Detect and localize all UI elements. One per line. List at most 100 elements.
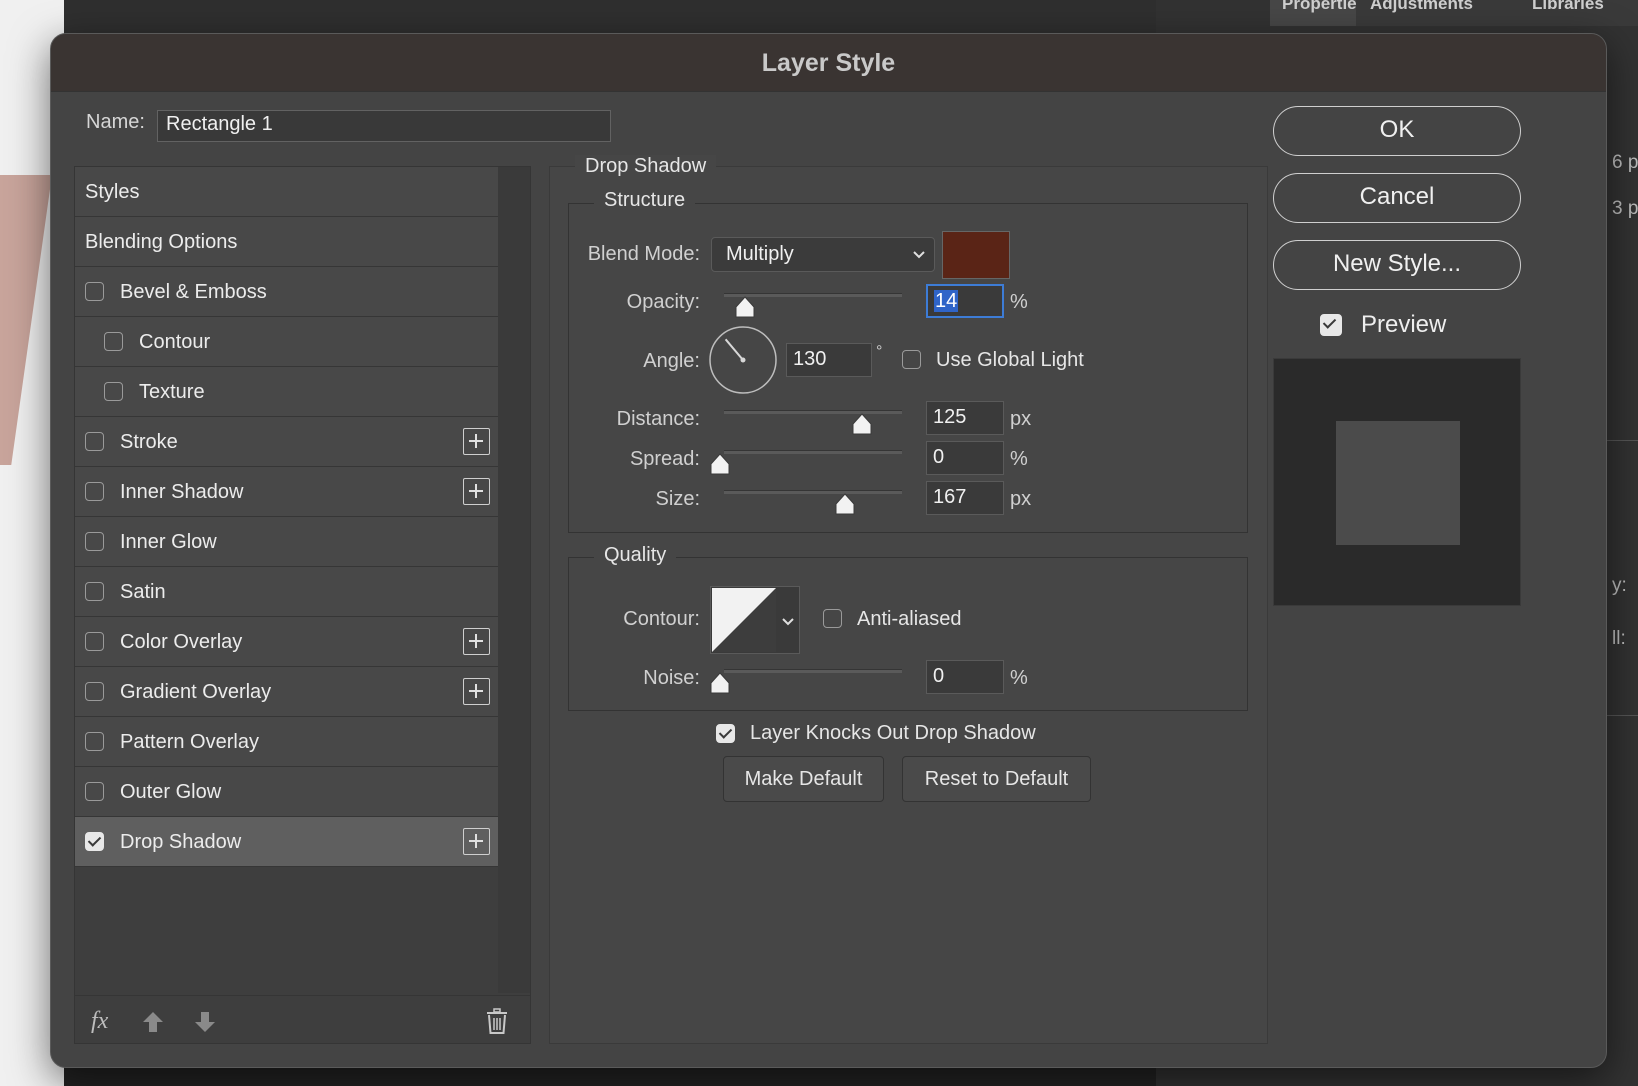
knockout-checkbox[interactable] xyxy=(716,724,735,743)
panel-divider xyxy=(1606,440,1638,441)
style-item-pattern-overlay[interactable]: Pattern Overlay xyxy=(75,717,498,767)
style-item-checkbox[interactable] xyxy=(85,632,104,651)
style-item-label: Styles xyxy=(85,181,140,203)
contour-label: Contour: xyxy=(623,608,700,630)
style-item-blending-options[interactable]: Blending Options xyxy=(75,217,498,267)
panel-fragment-text: 6 p xyxy=(1612,152,1638,173)
style-item-bevel-emboss[interactable]: Bevel & Emboss xyxy=(75,267,498,317)
style-item-gradient-overlay[interactable]: Gradient Overlay xyxy=(75,667,498,717)
use-global-light-label: Use Global Light xyxy=(936,349,1084,371)
style-item-checkbox[interactable] xyxy=(104,382,123,401)
style-preview xyxy=(1273,358,1521,606)
noise-unit: % xyxy=(1010,667,1028,689)
preview-checkbox[interactable] xyxy=(1320,314,1342,336)
style-item-texture[interactable]: Texture xyxy=(75,367,498,417)
anti-aliased-label: Anti-aliased xyxy=(857,608,962,630)
add-effect-icon[interactable] xyxy=(463,678,490,705)
name-input[interactable]: Rectangle 1 xyxy=(157,110,611,142)
add-effect-icon[interactable] xyxy=(463,828,490,855)
app-bottom-bar xyxy=(64,1068,1156,1086)
blend-mode-value: Multiply xyxy=(726,243,794,265)
panel-fragment-text: y: xyxy=(1612,575,1627,596)
style-item-label: Contour xyxy=(139,331,211,353)
style-item-label: Texture xyxy=(139,381,205,403)
add-effect-icon[interactable] xyxy=(463,478,490,505)
style-item-checkbox[interactable] xyxy=(85,482,104,501)
style-item-drop-shadow[interactable]: Drop Shadow xyxy=(75,817,498,867)
spread-input[interactable]: 0 xyxy=(926,441,1004,475)
style-item-checkbox[interactable] xyxy=(85,682,104,701)
size-unit: px xyxy=(1010,488,1032,510)
trash-icon[interactable] xyxy=(485,1008,509,1034)
cancel-button[interactable]: Cancel xyxy=(1273,173,1521,223)
style-item-inner-shadow[interactable]: Inner Shadow xyxy=(75,467,498,517)
move-up-icon[interactable] xyxy=(141,1010,165,1034)
quality-title: Quality xyxy=(594,544,677,567)
new-style-button[interactable]: New Style... xyxy=(1273,240,1521,290)
style-item-label: Stroke xyxy=(120,431,178,453)
knockout-label: Layer Knocks Out Drop Shadow xyxy=(750,722,1036,744)
style-item-checkbox[interactable] xyxy=(85,282,104,301)
panel-divider xyxy=(1606,715,1638,716)
contour-linear-icon xyxy=(712,588,776,652)
noise-input[interactable]: 0 xyxy=(926,660,1004,694)
style-item-label: Pattern Overlay xyxy=(120,731,259,753)
name-label: Name: xyxy=(86,111,145,133)
style-item-checkbox[interactable] xyxy=(85,782,104,801)
angle-dial[interactable] xyxy=(708,325,778,395)
style-item-satin[interactable]: Satin xyxy=(75,567,498,617)
opacity-input[interactable]: 14 xyxy=(926,284,1004,318)
reset-to-default-button[interactable]: Reset to Default xyxy=(902,756,1091,802)
style-item-label: Inner Shadow xyxy=(120,481,244,503)
section-title: Drop Shadow xyxy=(575,155,717,178)
chevron-down-icon xyxy=(913,251,925,259)
opacity-unit: % xyxy=(1010,291,1028,313)
move-down-icon[interactable] xyxy=(193,1010,217,1034)
style-item-checkbox[interactable] xyxy=(85,732,104,751)
make-default-button[interactable]: Make Default xyxy=(723,756,884,802)
style-item-color-overlay[interactable]: Color Overlay xyxy=(75,617,498,667)
style-list-footer: fx xyxy=(75,995,530,1043)
style-item-checkbox[interactable] xyxy=(85,582,104,601)
use-global-light-checkbox[interactable] xyxy=(902,350,921,369)
distance-input[interactable]: 125 xyxy=(926,401,1004,435)
angle-input[interactable]: 130 xyxy=(786,343,872,377)
style-item-label: Satin xyxy=(120,581,166,603)
contour-picker[interactable] xyxy=(710,586,800,654)
dialog-title: Layer Style xyxy=(51,34,1606,92)
tab-properties[interactable]: Properties xyxy=(1270,0,1356,26)
blend-mode-dropdown[interactable]: Multiply xyxy=(711,237,935,272)
style-item-label: Bevel & Emboss xyxy=(120,281,267,303)
spread-label: Spread: xyxy=(629,448,700,470)
style-item-contour[interactable]: Contour xyxy=(75,317,498,367)
angle-unit: ° xyxy=(876,343,883,360)
style-item-stroke[interactable]: Stroke xyxy=(75,417,498,467)
style-item-checkbox[interactable] xyxy=(104,332,123,351)
style-list-scrollbar[interactable] xyxy=(498,167,530,993)
style-item-checkbox[interactable] xyxy=(85,532,104,551)
style-item-checkbox[interactable] xyxy=(85,432,104,451)
add-effect-icon[interactable] xyxy=(463,428,490,455)
fx-icon[interactable]: fx xyxy=(91,1008,108,1035)
ok-button[interactable]: OK xyxy=(1273,106,1521,156)
anti-aliased-checkbox[interactable] xyxy=(823,609,842,628)
chevron-down-icon xyxy=(782,618,794,626)
shadow-color-swatch[interactable] xyxy=(942,231,1010,279)
panel-fragment-text: 3 p xyxy=(1612,198,1638,219)
style-item-checkbox[interactable] xyxy=(85,832,104,851)
style-item-styles[interactable]: Styles xyxy=(75,167,498,217)
style-item-inner-glow[interactable]: Inner Glow xyxy=(75,517,498,567)
spread-slider-track[interactable] xyxy=(724,450,902,454)
distance-slider-track[interactable] xyxy=(724,410,902,414)
style-item-label: Outer Glow xyxy=(120,781,222,803)
tab-libraries[interactable]: Libraries xyxy=(1520,0,1638,26)
size-slider-track[interactable] xyxy=(724,490,902,494)
size-input[interactable]: 167 xyxy=(926,481,1004,515)
noise-slider-track[interactable] xyxy=(724,669,902,673)
style-item-outer-glow[interactable]: Outer Glow xyxy=(75,767,498,817)
preview-swatch xyxy=(1336,421,1460,545)
add-effect-icon[interactable] xyxy=(463,628,490,655)
preview-label: Preview xyxy=(1361,311,1447,338)
tab-adjustments[interactable]: Adjustments xyxy=(1358,0,1518,26)
distance-label: Distance: xyxy=(616,408,700,430)
